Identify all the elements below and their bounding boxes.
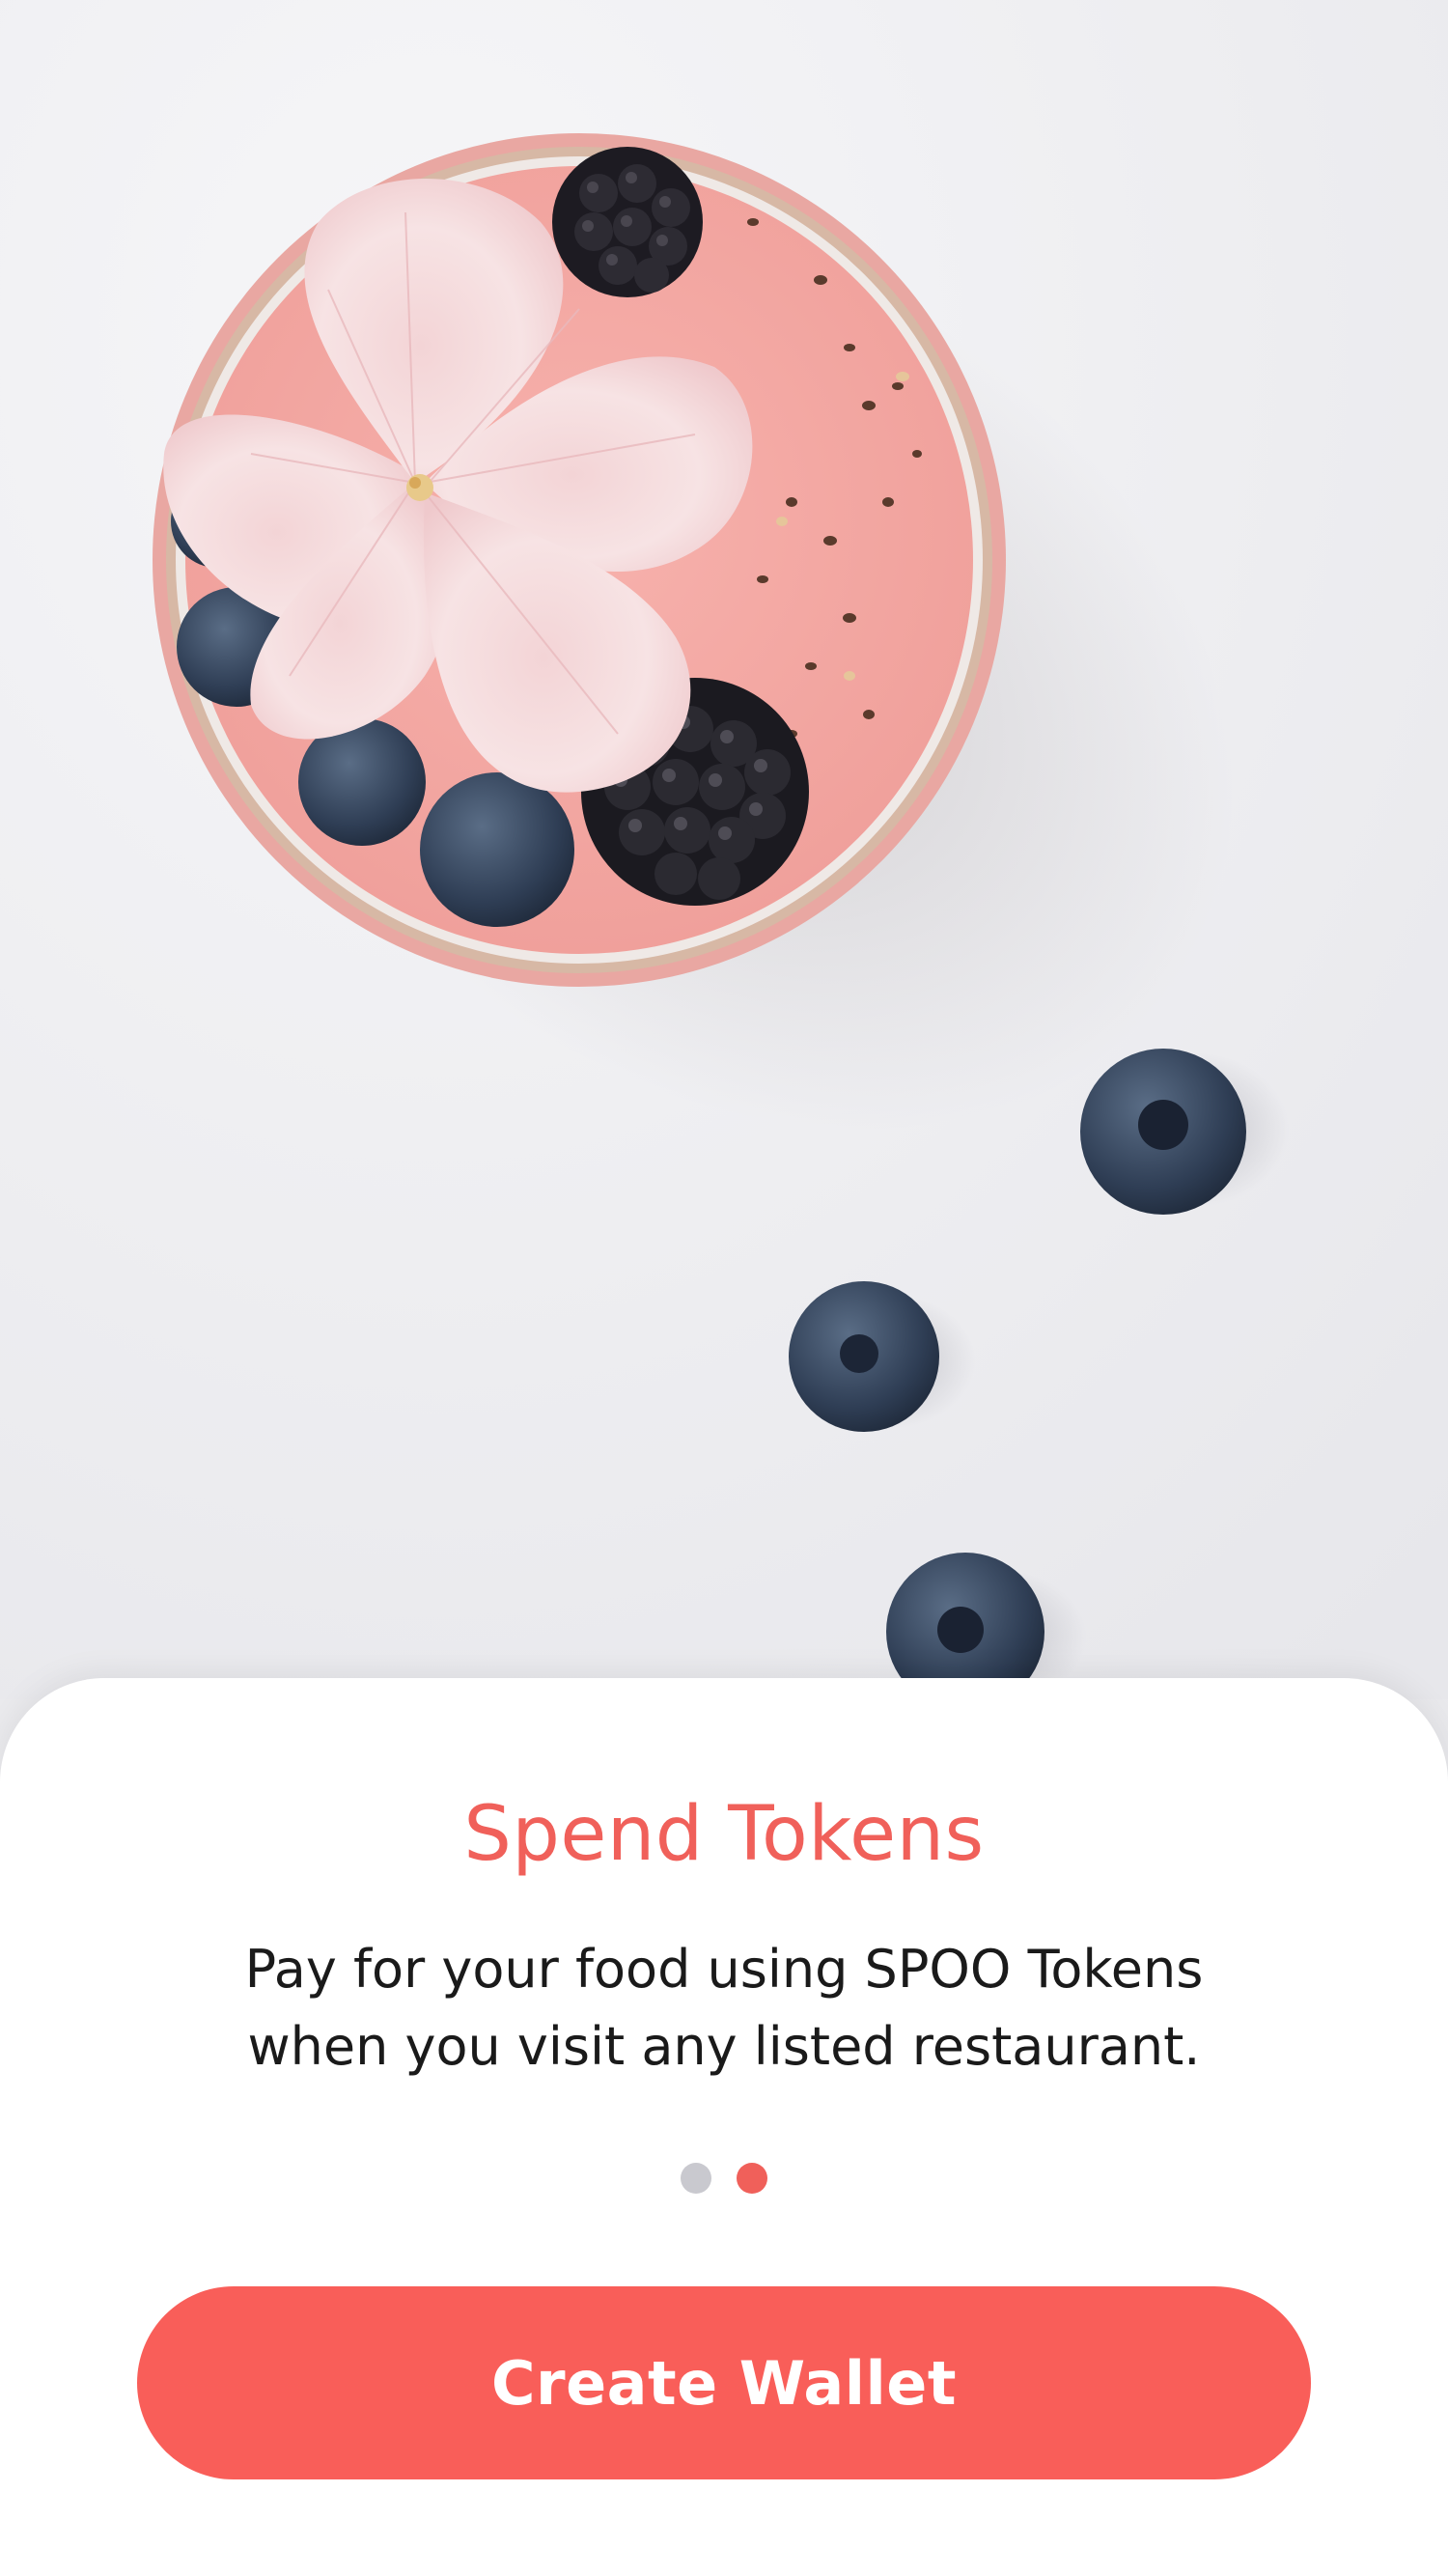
onboarding-description: Pay for your food using SPOO Tokens when… (164, 1931, 1284, 2086)
onboarding-card: Spend Tokens Pay for your food using SPO… (0, 1678, 1448, 2576)
onboarding-title: Spend Tokens (463, 1791, 985, 1878)
description-line-2: when you visit any listed restaurant. (247, 2016, 1201, 2077)
page-dot-active[interactable] (737, 2163, 767, 2194)
hero-image (0, 0, 1448, 1699)
description-line-1: Pay for your food using SPOO Tokens (244, 1939, 1204, 2000)
create-wallet-button[interactable]: Create Wallet (137, 2286, 1311, 2479)
onboarding-screen: Spend Tokens Pay for your food using SPO… (0, 0, 1448, 2576)
page-indicator (0, 2163, 1448, 2194)
smoothie-bowl-photo (0, 0, 1448, 1699)
page-dot[interactable] (681, 2163, 711, 2194)
